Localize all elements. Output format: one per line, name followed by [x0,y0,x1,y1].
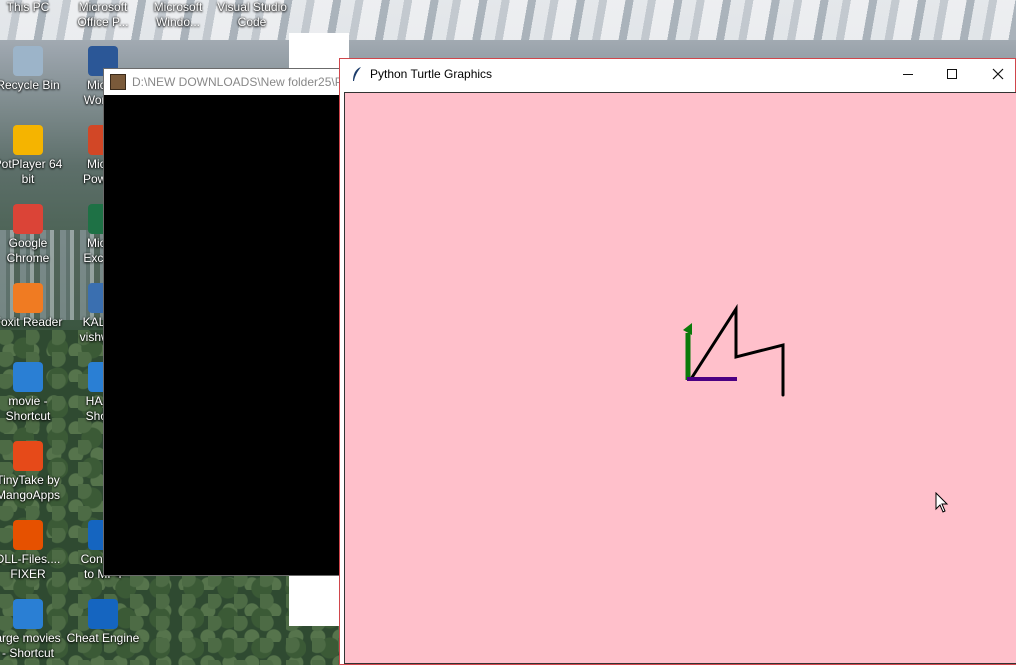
potplayer-icon [13,125,43,155]
close-button[interactable] [975,59,1016,89]
minimize-icon [903,73,913,75]
desktop-icon[interactable]: Google Chrome [0,204,65,266]
console-app-icon [110,74,126,90]
desktop-icon-label: Foxit Reader [0,315,63,329]
desktop-icon-label: Cheat Engine [66,631,140,645]
desktop-icon-label: PotPlayer 64 bit [0,157,63,186]
desktop-icon[interactable]: Visual Studio Code [215,0,289,30]
desktop-icon[interactable]: Microsoft Windo... [141,0,215,30]
console-title: D:\NEW DOWNLOADS\New folder25\P [132,75,342,89]
feather-icon [346,59,368,89]
chrome-icon [13,204,43,234]
movie-shortcut-icon [13,362,43,392]
cheat-engine-icon [88,599,118,629]
mouse-cursor-icon [935,492,949,513]
desktop-icon-label: movie - Shortcut [5,394,51,423]
close-icon [992,68,1004,80]
recycle-bin-icon [13,46,43,76]
console-titlebar[interactable]: D:\NEW DOWNLOADS\New folder25\P [104,69,342,95]
desktop-icon-label: arge movies - Shortcut [0,631,61,660]
desktop-icon[interactable]: movie - Shortcut [0,362,65,424]
minimize-button[interactable] [885,59,931,89]
desktop-icon[interactable]: TinyTake by MangoApps [0,441,65,503]
desktop-icon-label: DLL-Files.... FIXER [0,552,61,581]
turtle-drawing [683,303,785,397]
desktop-icon[interactable]: DLL-Files.... FIXER [0,520,65,582]
desktop-icon-label: Recycle Bin [0,78,60,92]
turtle-graphics-window[interactable]: Python Turtle Graphics [339,58,1016,665]
background-window-panel [289,578,339,626]
desktop-icon-label: This PC [6,0,50,14]
desktop-icon[interactable]: Cheat Engine [66,599,140,646]
desktop-icon[interactable]: This PC [0,0,65,15]
maximize-button[interactable] [929,59,975,89]
desktop-icon-label: Microsoft Windo... [153,0,203,29]
desktop-icon[interactable]: PotPlayer 64 bit [0,125,65,187]
desktop-icon-label: Visual Studio Code [217,0,287,29]
foxit-icon [13,283,43,313]
desktop-icon[interactable]: Recycle Bin [0,46,65,93]
desktop-icon[interactable]: arge movies - Shortcut [0,599,65,661]
dll-fixer-icon [13,520,43,550]
desktop-icon[interactable]: Microsoft Office P... [66,0,140,30]
tinytake-icon [13,441,43,471]
large-movies-shortcut-icon [13,599,43,629]
turtle-canvas-area[interactable] [344,92,1016,664]
maximize-icon [947,69,957,79]
console-window[interactable]: D:\NEW DOWNLOADS\New folder25\P [103,68,343,576]
turtle-titlebar[interactable]: Python Turtle Graphics [340,59,1015,89]
desktop-icon-label: Microsoft Office P... [77,0,129,29]
turtle-window-title: Python Turtle Graphics [370,67,493,81]
desktop-icon[interactable]: Foxit Reader [0,283,65,330]
desktop-icon-label: TinyTake by MangoApps [0,473,61,502]
desktop-icon-label: Google Chrome [6,236,50,265]
turtle-black-path [689,303,785,397]
